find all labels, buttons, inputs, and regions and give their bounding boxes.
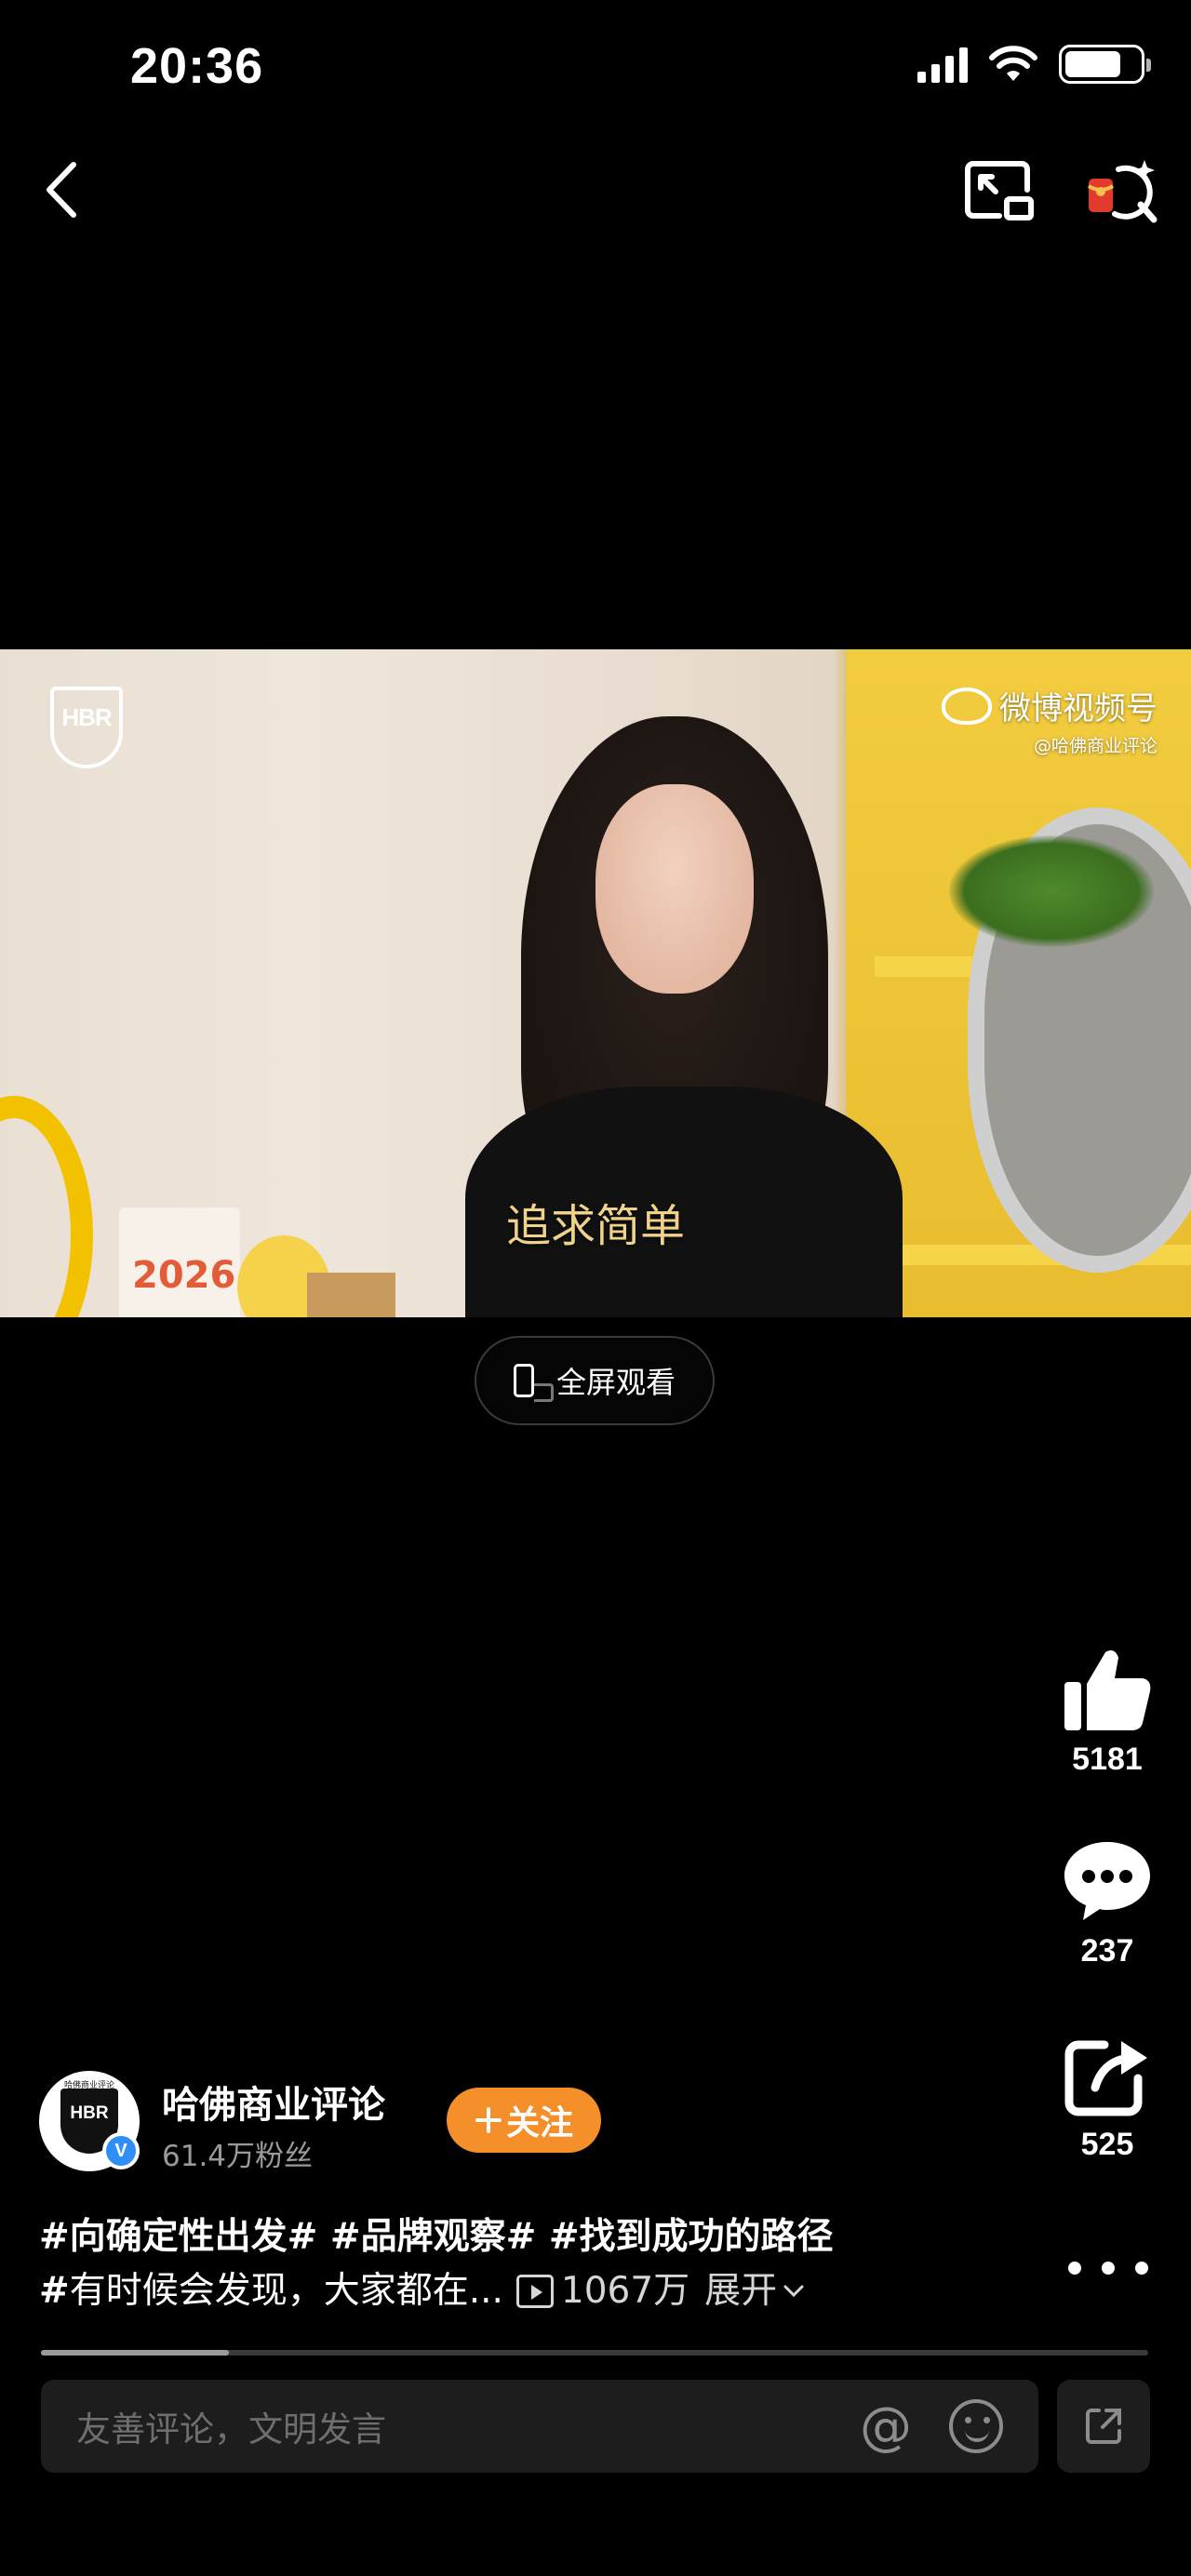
video-subtitle: 追求简单 bbox=[505, 1200, 685, 1252]
mention-at-icon[interactable]: @ bbox=[860, 2396, 912, 2457]
expand-arrows-icon bbox=[1086, 2409, 1121, 2444]
author-fans-count: 61.4万粉丝 bbox=[162, 2140, 314, 2173]
avatar-top-text: 哈佛商业评论 bbox=[63, 2081, 114, 2090]
emoji-icon[interactable] bbox=[949, 2399, 1003, 2453]
caption-line-2: # 有时候会发现，大家都在... 1067万 展开 bbox=[39, 2264, 1007, 2318]
view-count: 1067万 bbox=[515, 2264, 690, 2318]
author-name[interactable]: 哈佛商业评论 bbox=[162, 2075, 385, 2129]
comment-placeholder: 友善评论，文明发言 bbox=[76, 2409, 386, 2449]
weibo-logo-icon bbox=[942, 687, 992, 725]
share-count: 525 bbox=[1080, 2127, 1134, 2162]
comment-count: 237 bbox=[1080, 1933, 1134, 1969]
expand-input-button[interactable] bbox=[1057, 2380, 1150, 2473]
plus-icon bbox=[475, 2107, 502, 2133]
share-button[interactable]: 525 bbox=[1051, 2035, 1163, 2163]
video-decor-plant bbox=[949, 835, 1154, 947]
chevron-left-icon bbox=[47, 162, 76, 218]
fullscreen-button[interactable]: 全屏观看 bbox=[475, 1336, 715, 1425]
caption-line-1: #向确定性出发# #品牌观察# #找到成功的路径 bbox=[39, 2216, 834, 2258]
thumbs-up-icon bbox=[1064, 1650, 1151, 1730]
dot bbox=[1135, 2262, 1148, 2275]
chevron-down-icon bbox=[783, 2285, 804, 2298]
verified-badge-icon: V bbox=[102, 2132, 140, 2169]
comment-input[interactable]: 友善评论，文明发言 @ bbox=[41, 2380, 1038, 2473]
video-decor-box bbox=[307, 1273, 395, 1317]
comment-bubble-icon bbox=[1064, 1842, 1150, 1920]
video-progress-bar[interactable] bbox=[41, 2350, 1148, 2356]
ai-search-icon bbox=[1087, 160, 1158, 223]
follow-button[interactable]: 关注 bbox=[447, 2088, 601, 2153]
caption-text: 有时候会发现，大家都在... bbox=[69, 2270, 503, 2312]
status-icons bbox=[917, 45, 1151, 84]
caption-hash: # bbox=[39, 2270, 70, 2312]
cellular-signal-icon bbox=[917, 46, 968, 83]
dot bbox=[1068, 2262, 1081, 2275]
calendar-year: 2026 bbox=[132, 1254, 236, 1297]
picture-in-picture-button[interactable] bbox=[964, 158, 1035, 223]
video-progress-fill bbox=[41, 2350, 230, 2356]
back-button[interactable] bbox=[33, 156, 89, 223]
wifi-icon bbox=[989, 46, 1037, 81]
dot bbox=[1102, 2262, 1115, 2275]
battery-level bbox=[1065, 51, 1120, 77]
like-button[interactable]: 5181 bbox=[1051, 1647, 1163, 1778]
hbr-logo: HBR bbox=[50, 687, 123, 768]
like-count: 5181 bbox=[1072, 1742, 1143, 1777]
video-speaker-face bbox=[596, 784, 754, 994]
fullscreen-label: 全屏观看 bbox=[555, 1365, 676, 1400]
rotate-phone-icon bbox=[513, 1364, 554, 1402]
avatar-logo-text: HBR bbox=[70, 2103, 109, 2123]
watermark-main-text: 微博视频号 bbox=[999, 690, 1158, 727]
expand-label: 展开 bbox=[704, 2270, 778, 2312]
video-player[interactable]: 2026 HBR 微博视频号 @哈佛商业评论 追求简单 bbox=[0, 649, 1191, 1317]
play-count-icon bbox=[515, 2275, 554, 2308]
hbr-logo-text: HBR bbox=[61, 703, 112, 731]
more-options-button[interactable] bbox=[1068, 2249, 1148, 2287]
share-icon bbox=[1064, 2040, 1147, 2116]
watermark-sub-text: @哈佛商业评论 bbox=[1033, 736, 1158, 756]
comment-button[interactable]: 237 bbox=[1051, 1838, 1163, 1969]
video-caption[interactable]: #向确定性出发# #品牌观察# #找到成功的路径 # 有时候会发现，大家都在..… bbox=[39, 2210, 1007, 2318]
weibo-watermark: 微博视频号 @哈佛商业评论 bbox=[942, 683, 1158, 757]
battery-icon bbox=[1059, 45, 1151, 84]
picture-in-picture-icon bbox=[965, 161, 1034, 220]
expand-caption-button[interactable]: 展开 bbox=[704, 2264, 805, 2318]
view-count-value: 1067万 bbox=[560, 2270, 690, 2312]
status-time: 20:36 bbox=[130, 38, 264, 94]
ai-search-button[interactable] bbox=[1087, 158, 1158, 225]
follow-label: 关注 bbox=[505, 2104, 573, 2142]
